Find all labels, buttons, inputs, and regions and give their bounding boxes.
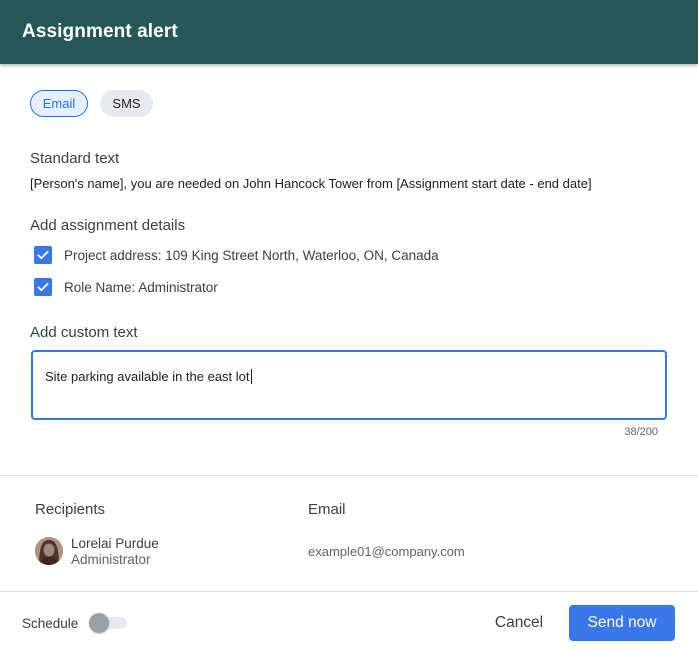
check-icon [37,250,49,260]
project-address-checkbox[interactable] [34,246,52,264]
channel-chips: Email SMS [30,90,153,117]
custom-text-value: Site parking available in the east lot [45,369,250,384]
avatar-photo [35,537,63,565]
send-now-button[interactable]: Send now [569,605,675,641]
toggle-thumb [89,613,109,633]
sms-chip[interactable]: SMS [100,90,153,117]
custom-text-label: Add custom text [30,324,138,341]
schedule-toggle[interactable] [89,612,127,634]
recipient-name: Lorelai Purdue [71,536,159,551]
footer-divider [0,591,698,592]
role-name-checkbox[interactable] [34,278,52,296]
character-counter: 38/200 [624,426,658,438]
schedule-label: Schedule [22,616,79,631]
detail-row-role-name: Role Name: Administrator [34,278,218,296]
custom-text-input[interactable]: Site parking available in the east lot [31,350,667,420]
check-icon [37,282,49,292]
text-caret [250,369,252,384]
dialog-header: Assignment alert [0,0,698,64]
standard-text-content: [Person's name], you are needed on John … [30,176,592,191]
detail-row-project-address: Project address: 109 King Street North, … [34,246,439,264]
avatar [35,537,63,565]
standard-text-label: Standard text [30,150,120,167]
email-chip[interactable]: Email [30,90,88,117]
recipient-email: example01@company.com [308,544,465,559]
email-column-header: Email [308,501,346,518]
role-name-label: Role Name: Administrator [64,279,218,295]
section-divider [0,475,698,476]
dialog-title: Assignment alert [22,21,178,42]
recipient-role: Administrator [71,552,151,567]
recipients-column-header: Recipients [35,501,106,518]
project-address-label: Project address: 109 King Street North, … [64,247,439,263]
assignment-details-label: Add assignment details [30,217,186,234]
cancel-button[interactable]: Cancel [480,605,558,641]
